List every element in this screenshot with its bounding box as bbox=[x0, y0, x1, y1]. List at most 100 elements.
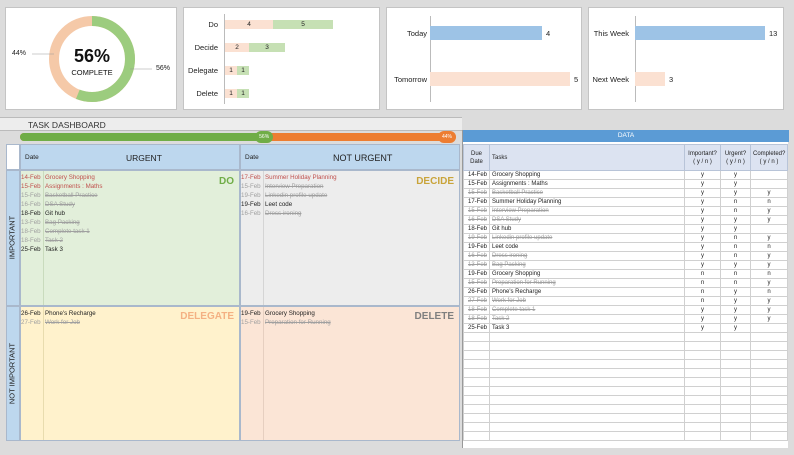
row-task[interactable]: Git hub bbox=[490, 225, 685, 234]
important-header[interactable]: Important?( y / n ) bbox=[685, 145, 721, 171]
task-item[interactable]: 16-FebDSA Study bbox=[21, 200, 221, 209]
empty-cell[interactable] bbox=[464, 396, 490, 405]
task-item[interactable]: 18-FebComplete task 1 bbox=[21, 227, 221, 236]
row-important[interactable]: y bbox=[685, 243, 721, 252]
row-urgent[interactable]: y bbox=[721, 261, 751, 270]
table-row[interactable]: 18-FebGit hubyy bbox=[464, 225, 788, 234]
empty-cell[interactable] bbox=[685, 351, 721, 360]
empty-cell[interactable] bbox=[751, 369, 788, 378]
row-completed[interactable]: y bbox=[751, 279, 788, 288]
row-task[interactable]: Phone's Recharge bbox=[490, 288, 685, 297]
empty-cell[interactable] bbox=[685, 333, 721, 342]
row-date[interactable]: 16-Feb bbox=[464, 252, 490, 261]
row-task[interactable]: DSA Study bbox=[490, 216, 685, 225]
row-important[interactable]: n bbox=[685, 279, 721, 288]
empty-cell[interactable] bbox=[721, 432, 751, 441]
row-task[interactable]: Interview Preparation bbox=[490, 207, 685, 216]
empty-row[interactable] bbox=[464, 387, 788, 396]
empty-cell[interactable] bbox=[685, 405, 721, 414]
task-item[interactable]: 13-FebBag Packing bbox=[21, 218, 221, 227]
empty-cell[interactable] bbox=[751, 414, 788, 423]
row-date[interactable]: 15-Feb bbox=[464, 207, 490, 216]
empty-cell[interactable] bbox=[685, 369, 721, 378]
task-item[interactable]: 19-FebLeet code bbox=[241, 200, 441, 209]
row-important[interactable]: y bbox=[685, 324, 721, 333]
empty-cell[interactable] bbox=[751, 423, 788, 432]
table-row[interactable]: 16-FebDSA Studyyyy bbox=[464, 216, 788, 225]
empty-cell[interactable] bbox=[464, 405, 490, 414]
empty-row[interactable] bbox=[464, 351, 788, 360]
task-item[interactable]: 15-FebInterview Preparation bbox=[241, 182, 441, 191]
task-item[interactable]: 16-FebDress ironing bbox=[241, 209, 441, 218]
row-completed[interactable]: n bbox=[751, 198, 788, 207]
empty-cell[interactable] bbox=[721, 396, 751, 405]
empty-cell[interactable] bbox=[685, 387, 721, 396]
empty-cell[interactable] bbox=[685, 432, 721, 441]
row-important[interactable]: n bbox=[685, 297, 721, 306]
row-task[interactable]: Complete task 1 bbox=[490, 306, 685, 315]
row-date[interactable]: 18-Feb bbox=[464, 315, 490, 324]
row-urgent[interactable]: n bbox=[721, 207, 751, 216]
empty-cell[interactable] bbox=[490, 387, 685, 396]
task-item[interactable]: 15-FebPreparation for Running bbox=[241, 318, 441, 327]
empty-cell[interactable] bbox=[685, 423, 721, 432]
empty-cell[interactable] bbox=[490, 432, 685, 441]
task-item[interactable]: 18-FebGit hub bbox=[21, 209, 221, 218]
task-item[interactable]: 18-FebTask 2 bbox=[21, 236, 221, 245]
row-urgent[interactable]: y bbox=[721, 216, 751, 225]
empty-cell[interactable] bbox=[751, 432, 788, 441]
row-urgent[interactable]: y bbox=[721, 324, 751, 333]
row-date[interactable]: 13-Feb bbox=[464, 261, 490, 270]
table-row[interactable]: 27-FebWork for Jobnyy bbox=[464, 297, 788, 306]
row-task[interactable]: Grocery Shopping bbox=[490, 171, 685, 180]
empty-cell[interactable] bbox=[464, 387, 490, 396]
row-task[interactable]: Task 3 bbox=[490, 324, 685, 333]
row-date[interactable]: 19-Feb bbox=[464, 270, 490, 279]
row-urgent[interactable]: y bbox=[721, 171, 751, 180]
empty-cell[interactable] bbox=[490, 333, 685, 342]
row-completed[interactable]: y bbox=[751, 234, 788, 243]
table-row[interactable]: 26-FebPhone's Rechargenyn bbox=[464, 288, 788, 297]
row-task[interactable]: Task 2 bbox=[490, 315, 685, 324]
row-task[interactable]: Basketball Practice bbox=[490, 189, 685, 198]
row-date[interactable]: 16-Feb bbox=[464, 216, 490, 225]
empty-cell[interactable] bbox=[490, 405, 685, 414]
row-date[interactable]: 27-Feb bbox=[464, 297, 490, 306]
empty-cell[interactable] bbox=[751, 351, 788, 360]
row-completed[interactable] bbox=[751, 180, 788, 189]
row-completed[interactable]: y bbox=[751, 252, 788, 261]
empty-cell[interactable] bbox=[685, 414, 721, 423]
table-row[interactable]: 16-FebDress ironingyny bbox=[464, 252, 788, 261]
table-row[interactable]: 15-FebAssignments : Mathsyy bbox=[464, 180, 788, 189]
empty-cell[interactable] bbox=[721, 351, 751, 360]
empty-cell[interactable] bbox=[490, 378, 685, 387]
row-task[interactable]: Summer Holiday Planning bbox=[490, 198, 685, 207]
row-important[interactable]: y bbox=[685, 234, 721, 243]
row-date[interactable]: 18-Feb bbox=[464, 306, 490, 315]
row-completed[interactable]: n bbox=[751, 288, 788, 297]
row-important[interactable]: y bbox=[685, 261, 721, 270]
task-item[interactable]: 19-FebLinkedin profile update bbox=[241, 191, 441, 200]
empty-cell[interactable] bbox=[721, 378, 751, 387]
row-important[interactable]: y bbox=[685, 252, 721, 261]
row-date[interactable]: 15-Feb bbox=[464, 189, 490, 198]
empty-row[interactable] bbox=[464, 342, 788, 351]
row-date[interactable]: 26-Feb bbox=[464, 288, 490, 297]
empty-row[interactable] bbox=[464, 423, 788, 432]
table-row[interactable]: 25-FebTask 3yy bbox=[464, 324, 788, 333]
empty-cell[interactable] bbox=[721, 360, 751, 369]
row-completed[interactable]: y bbox=[751, 297, 788, 306]
tasks-header[interactable]: Tasks bbox=[490, 145, 685, 171]
empty-cell[interactable] bbox=[464, 432, 490, 441]
row-important[interactable]: y bbox=[685, 306, 721, 315]
row-important[interactable]: y bbox=[685, 207, 721, 216]
row-completed[interactable]: y bbox=[751, 207, 788, 216]
empty-cell[interactable] bbox=[464, 342, 490, 351]
empty-cell[interactable] bbox=[464, 351, 490, 360]
row-urgent[interactable]: n bbox=[721, 270, 751, 279]
row-urgent[interactable]: y bbox=[721, 315, 751, 324]
row-important[interactable]: y bbox=[685, 225, 721, 234]
task-item[interactable]: 26-FebPhone's Recharge bbox=[21, 309, 221, 318]
completed-header[interactable]: Completed?( y / n ) bbox=[751, 145, 788, 171]
empty-cell[interactable] bbox=[490, 423, 685, 432]
